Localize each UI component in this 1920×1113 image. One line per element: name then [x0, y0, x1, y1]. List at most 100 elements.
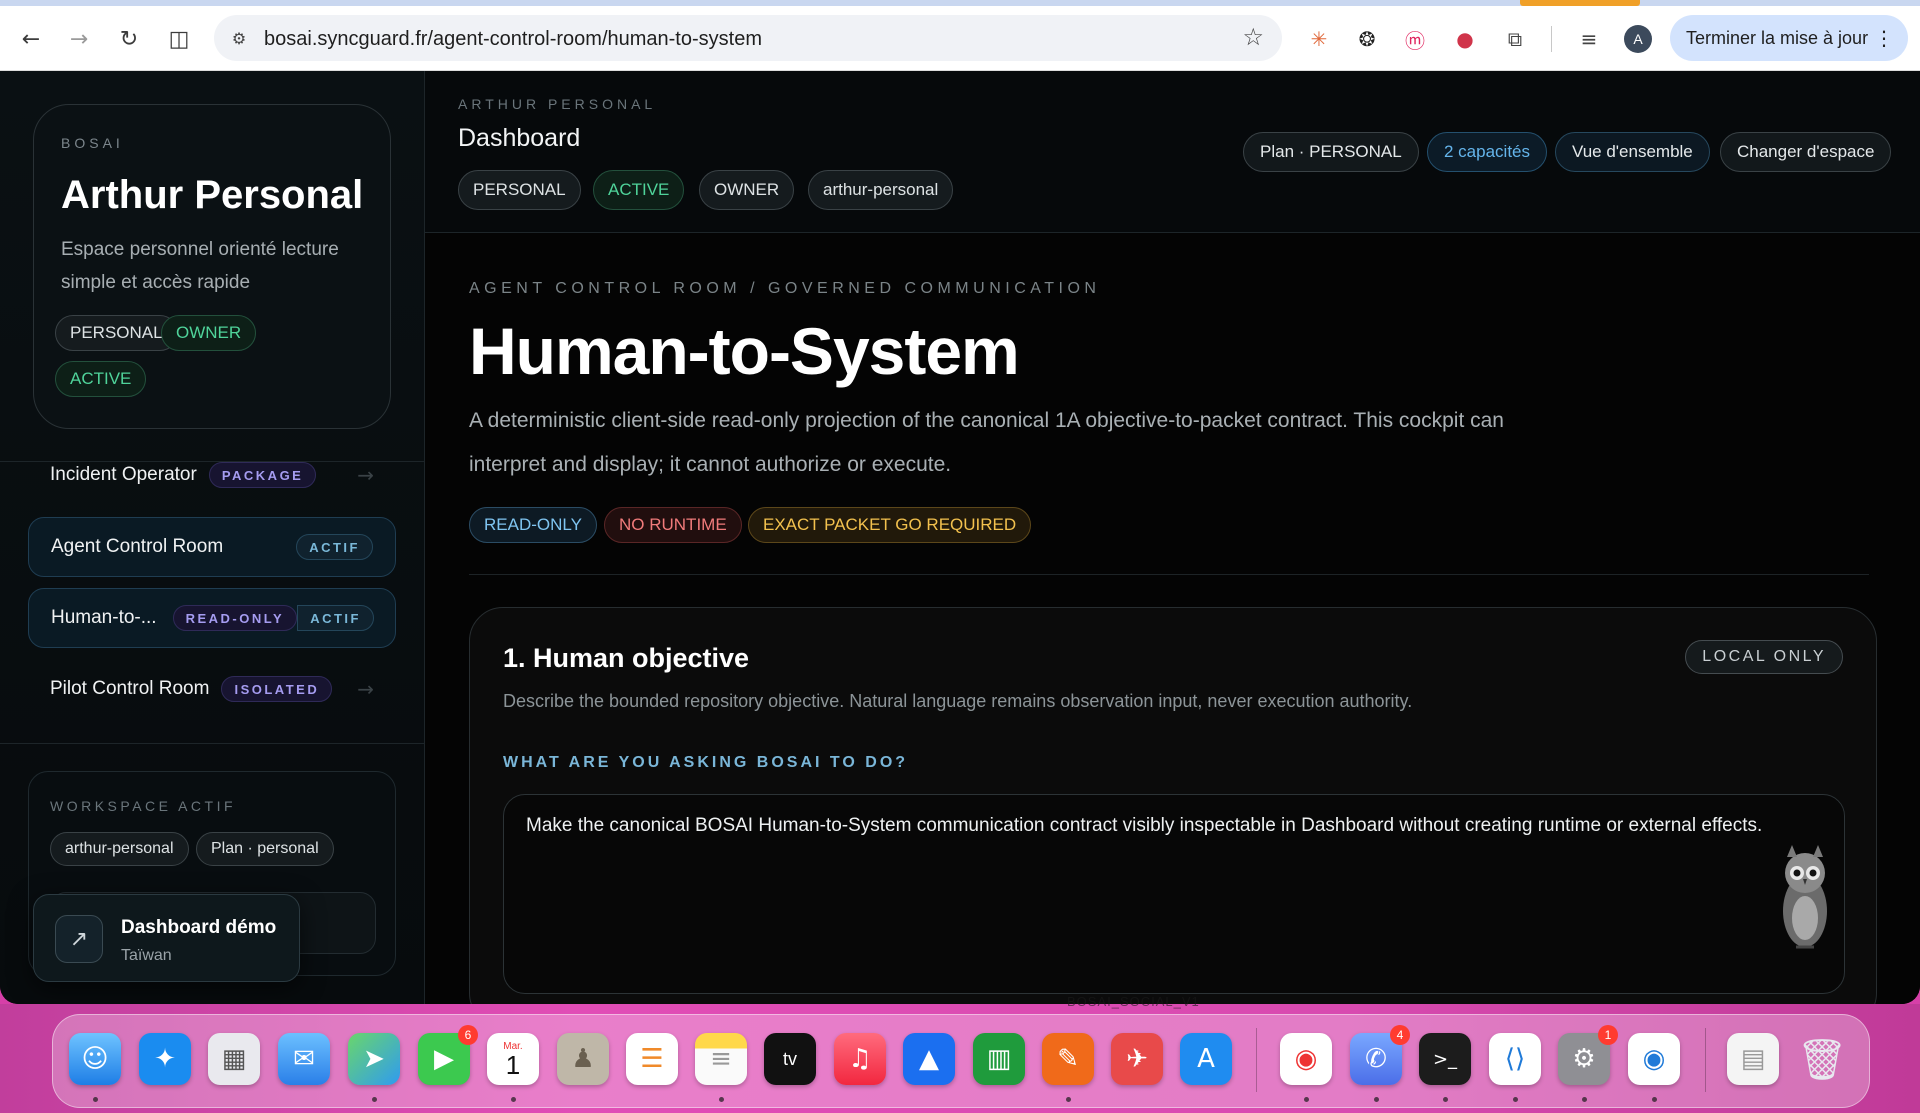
running-indicator [93, 1097, 98, 1102]
site-settings-icon[interactable]: ⚙ [224, 23, 254, 53]
reload-icon[interactable]: ↻ [112, 22, 146, 56]
profile-avatar[interactable]: A [1624, 25, 1652, 53]
calendar-day: 1 [505, 1049, 521, 1080]
package-tag: PACKAGE [208, 462, 317, 488]
sidebar-divider [0, 743, 425, 744]
workspace-plan-chip: Plan · personal [196, 832, 334, 866]
update-button[interactable]: Terminer la mise à jour ⋮ [1670, 15, 1908, 61]
extensions-puzzle-icon[interactable]: ⧉ [1500, 24, 1530, 54]
sidebar-item-agent-control-room[interactable]: Agent Control Room ACTIF [28, 517, 396, 577]
read-only-tag: READ-ONLY [172, 605, 298, 631]
plan-button[interactable]: Plan · PERSONAL [1243, 132, 1419, 172]
no-runtime-badge: NO RUNTIME [604, 507, 742, 543]
pages-icon[interactable]: ✎ [1042, 1033, 1094, 1085]
numbers-icon[interactable]: ▥ [973, 1033, 1025, 1085]
objective-textarea[interactable]: Make the canonical BOSAI Human-to-System… [503, 794, 1845, 994]
vscode-icon[interactable]: ⟨⟩ [1489, 1033, 1541, 1085]
objective-text: Make the canonical BOSAI Human-to-System… [526, 815, 1763, 836]
calendar-icon[interactable]: Mar. 1 [487, 1033, 539, 1085]
running-indicator [1582, 1097, 1587, 1102]
address-bar[interactable]: ⚙ bosai.syncguard.fr/agent-control-room/… [214, 15, 1282, 61]
page-description: A deterministic client-side read-only pr… [469, 409, 1504, 476]
reminders-icon[interactable]: ☰ [626, 1033, 678, 1085]
bookmark-star-icon[interactable]: ☆ [1242, 23, 1264, 51]
notes-icon[interactable]: ≡ [695, 1033, 747, 1085]
change-space-button[interactable]: Changer d'espace [1720, 132, 1892, 172]
sidebar-item-label: Agent Control Room [51, 536, 224, 557]
breadcrumb: AGENT CONTROL ROOM / GOVERNED COMMUNICAT… [469, 280, 1101, 297]
bug-extension-icon[interactable]: ● [1450, 24, 1480, 54]
maps-icon[interactable]: ➤ [348, 1033, 400, 1085]
more-menu-icon[interactable]: ⋮ [1874, 26, 1894, 50]
chrome-alt-icon[interactable]: ◉ [1628, 1033, 1680, 1085]
safari-icon[interactable]: ✦ [139, 1033, 191, 1085]
sidebar-item-label: Incident Operator [50, 464, 197, 485]
workspace-actif-kicker: WORKSPACE ACTIF [50, 798, 237, 814]
panel-title: 1. Human objective [503, 643, 750, 673]
arrow-right-icon: → [357, 677, 374, 701]
sidebar-item-human-to-system[interactable]: Human-to-... READ-ONLY ACTIF [28, 588, 396, 648]
finder-icon[interactable]: ☺ [69, 1033, 121, 1085]
dock-separator [1256, 1028, 1257, 1092]
sidebar-item-label: Human-to-... [51, 607, 157, 628]
launchpad-icon[interactable]: ▦ [208, 1033, 260, 1085]
facetime-icon[interactable]: ▶ 6 [418, 1025, 478, 1085]
page-title: Human-to-System [469, 314, 1020, 388]
capabilities-button[interactable]: 2 capacités [1427, 132, 1547, 172]
dock-separator [1705, 1028, 1706, 1092]
m-extension-icon[interactable]: ⓜ [1400, 24, 1430, 54]
toolbar-divider [1551, 26, 1552, 52]
header-kicker: ARTHUR PERSONAL [458, 96, 657, 112]
mail-icon[interactable]: ✉ [278, 1033, 330, 1085]
sidebar-item-label: Pilot Control Room [50, 678, 210, 699]
section-divider [469, 574, 1869, 575]
app-window: BOSAI Arthur Personal Espace personnel o… [0, 71, 1920, 1004]
reading-list-icon[interactable]: ≡ [1574, 24, 1604, 54]
running-indicator [511, 1097, 516, 1102]
forward-icon[interactable]: → [62, 22, 96, 56]
workspace-description: Espace personnel orienté lecture simple … [61, 239, 339, 293]
rocket-app-icon[interactable]: ✈ [1111, 1033, 1163, 1085]
objective-field-label: WHAT ARE YOU ASKING BOSAI TO DO? [503, 754, 909, 771]
url-text[interactable]: bosai.syncguard.fr/agent-control-room/hu… [264, 28, 762, 51]
workspace-tag-active: ACTIVE [55, 361, 147, 397]
running-indicator [1443, 1097, 1448, 1102]
running-indicator [719, 1097, 724, 1102]
active-tab-indicator[interactable] [1520, 0, 1640, 6]
claude-extension-icon[interactable]: ✳ [1304, 24, 1334, 54]
header-chip-slug: arthur-personal [808, 170, 954, 210]
running-indicator [1513, 1097, 1518, 1102]
workspace-tag-personal: PERSONAL [55, 315, 178, 351]
browser-toolbar: ← → ↻ ◫ ⚙ bosai.syncguard.fr/agent-contr… [0, 0, 1920, 71]
actif-tag: ACTIF [296, 534, 373, 560]
split-view-icon[interactable]: ◫ [162, 22, 196, 56]
messages-app-icon[interactable]: ✆ 4 [1350, 1025, 1410, 1085]
keynote-icon[interactable]: ▲ [903, 1033, 955, 1085]
tab-strip [0, 0, 1920, 6]
notification-badge: 1 [1598, 1025, 1618, 1045]
system-settings-icon[interactable]: ⚙ 1 [1558, 1025, 1618, 1085]
app-store-icon[interactable]: A [1180, 1033, 1232, 1085]
trash-icon[interactable]: 🗑 [1796, 1033, 1848, 1085]
sidebar-item-incident-operator[interactable]: Incident Operator PACKAGE → [28, 445, 396, 505]
workspace-card: BOSAI Arthur Personal Espace personnel o… [33, 104, 391, 429]
isolated-tag: ISOLATED [221, 676, 333, 702]
back-icon[interactable]: ← [14, 22, 48, 56]
notification-badge: 6 [458, 1025, 478, 1045]
document-stack-icon[interactable]: ▤ [1727, 1033, 1779, 1085]
terminal-icon[interactable]: >_ [1419, 1033, 1471, 1085]
workspace-tag-owner: OWNER [161, 315, 257, 351]
dashboard-demo-card[interactable]: ↗ Dashboard démo Taïwan [33, 894, 300, 982]
apple-tv-icon[interactable]: tv [764, 1033, 816, 1085]
read-only-badge: READ-ONLY [469, 507, 597, 543]
header-title: Dashboard [458, 124, 581, 152]
sidebar-item-pilot-control-room[interactable]: Pilot Control Room ISOLATED → [28, 659, 396, 719]
header-chip-active: ACTIVE [593, 170, 685, 210]
chrome-icon[interactable]: ◉ [1280, 1033, 1332, 1085]
openai-extension-icon[interactable]: ❂ [1352, 24, 1382, 54]
workspace-slug-chip: arthur-personal [50, 832, 189, 866]
overview-button[interactable]: Vue d'ensemble [1555, 132, 1710, 172]
external-link-arrow-icon: ↗ [55, 915, 103, 963]
contacts-icon[interactable]: ♟ [557, 1033, 609, 1085]
music-icon[interactable]: ♫ [834, 1033, 886, 1085]
